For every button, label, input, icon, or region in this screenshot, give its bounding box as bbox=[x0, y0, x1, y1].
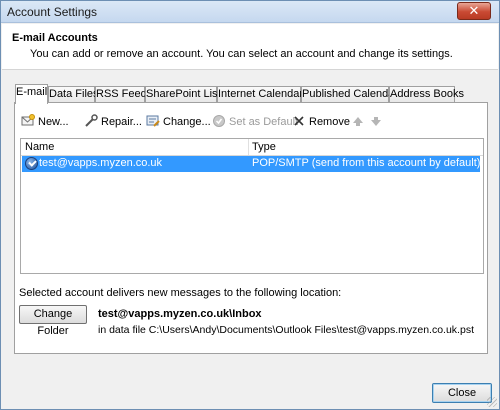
down-arrow-icon bbox=[371, 117, 381, 126]
repair-button[interactable]: Repair... bbox=[84, 113, 142, 131]
default-account-check-icon bbox=[25, 157, 38, 170]
tab-internet-calendars[interactable]: Internet Calendars bbox=[217, 86, 309, 103]
title-bar: Account Settings ✕ bbox=[1, 1, 499, 23]
move-up-button[interactable] bbox=[351, 113, 368, 131]
tab-label: E-mail bbox=[16, 86, 48, 98]
tab-label: Data Files bbox=[49, 88, 99, 100]
close-button[interactable]: Close bbox=[432, 383, 492, 403]
account-toolbar: New... Repair... Change... Set as Defaul… bbox=[21, 113, 481, 131]
column-divider[interactable] bbox=[248, 139, 249, 155]
change-button[interactable]: Change... bbox=[146, 113, 211, 131]
set-as-default-label: Set as Default bbox=[229, 116, 299, 128]
remove-x-icon bbox=[294, 116, 304, 126]
new-label: New... bbox=[38, 116, 69, 128]
resize-grip-icon[interactable] bbox=[487, 397, 497, 407]
tab-data-files[interactable]: Data Files bbox=[48, 86, 99, 103]
delivery-label: Selected account delivers new messages t… bbox=[19, 287, 342, 299]
remove-label: Remove bbox=[309, 116, 350, 128]
window-close-button[interactable]: ✕ bbox=[457, 2, 491, 20]
account-name: test@vapps.myzen.co.uk bbox=[39, 157, 163, 169]
new-mail-icon bbox=[21, 114, 35, 126]
change-folder-button[interactable]: Change Folder bbox=[19, 305, 87, 337]
header-subtitle: You can add or remove an account. You ca… bbox=[30, 48, 453, 60]
move-down-button[interactable] bbox=[369, 113, 386, 131]
tab-label: SharePoint Lists bbox=[146, 88, 227, 100]
column-name[interactable]: Name bbox=[25, 141, 54, 153]
account-settings-window: Account Settings ✕ E-mail Accounts You c… bbox=[0, 0, 500, 410]
up-arrow-icon bbox=[353, 117, 363, 126]
tab-label: RSS Feeds bbox=[96, 88, 153, 100]
close-icon: ✕ bbox=[468, 3, 480, 18]
column-type[interactable]: Type bbox=[252, 141, 276, 153]
tab-rss-feeds[interactable]: RSS Feeds bbox=[95, 86, 152, 103]
account-row[interactable]: test@vapps.myzen.co.uk POP/SMTP (send fr… bbox=[22, 156, 480, 172]
tab-label: Address Books bbox=[390, 88, 464, 100]
repair-label: Repair... bbox=[101, 116, 142, 128]
inbox-path: test@vapps.myzen.co.uk\Inbox bbox=[98, 308, 262, 320]
dialog-header: E-mail Accounts You can add or remove an… bbox=[2, 24, 498, 70]
remove-button[interactable]: Remove bbox=[292, 113, 350, 131]
new-button[interactable]: New... bbox=[21, 113, 69, 131]
account-type: POP/SMTP (send from this account by defa… bbox=[252, 157, 481, 169]
tab-sharepoint-lists[interactable]: SharePoint Lists bbox=[145, 86, 226, 103]
change-label: Change... bbox=[163, 116, 211, 128]
repair-icon bbox=[85, 114, 98, 127]
list-header: Name Type bbox=[21, 139, 483, 156]
tab-address-books[interactable]: Address Books bbox=[389, 86, 464, 103]
default-check-icon bbox=[213, 115, 225, 127]
window-title: Account Settings bbox=[7, 5, 98, 19]
account-list[interactable]: Name Type test@vapps.myzen.co.uk POP/SMT… bbox=[20, 138, 484, 274]
tab-published-calendars[interactable]: Published Calendars bbox=[301, 86, 404, 103]
header-title: E-mail Accounts bbox=[12, 32, 98, 44]
data-file-path: in data file C:\Users\Andy\Documents\Out… bbox=[98, 324, 474, 336]
tab-email[interactable]: E-mail bbox=[15, 84, 48, 104]
set-as-default-button[interactable]: Set as Default bbox=[212, 113, 298, 131]
tab-label: Internet Calendars bbox=[218, 88, 309, 100]
change-icon bbox=[146, 115, 160, 127]
